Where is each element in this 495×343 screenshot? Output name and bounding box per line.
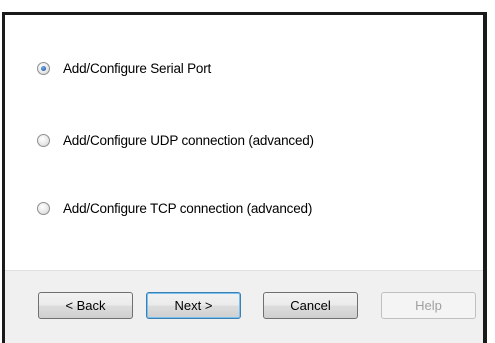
next-button[interactable]: Next > — [146, 292, 241, 319]
help-button[interactable]: Help — [381, 292, 476, 319]
option-tcp-connection[interactable]: Add/Configure TCP connection (advanced) — [37, 201, 312, 216]
option-udp-connection[interactable]: Add/Configure UDP connection (advanced) — [37, 133, 314, 148]
radio-serial-port[interactable] — [37, 62, 50, 75]
cancel-button[interactable]: Cancel — [263, 292, 358, 319]
wizard-dialog: Add/Configure Serial Port Add/Configure … — [2, 12, 487, 343]
option-serial-port[interactable]: Add/Configure Serial Port — [37, 61, 211, 76]
option-serial-port-label: Add/Configure Serial Port — [63, 61, 212, 76]
radio-udp-connection[interactable] — [37, 134, 50, 147]
radio-tcp-connection[interactable] — [37, 202, 50, 215]
option-tcp-connection-label: Add/Configure TCP connection (advanced) — [63, 201, 313, 216]
back-button[interactable]: < Back — [38, 292, 133, 319]
option-udp-connection-label: Add/Configure UDP connection (advanced) — [63, 133, 314, 148]
button-bar: < Back Next > Cancel Help — [5, 270, 483, 343]
wizard-content: Add/Configure Serial Port Add/Configure … — [5, 15, 483, 270]
